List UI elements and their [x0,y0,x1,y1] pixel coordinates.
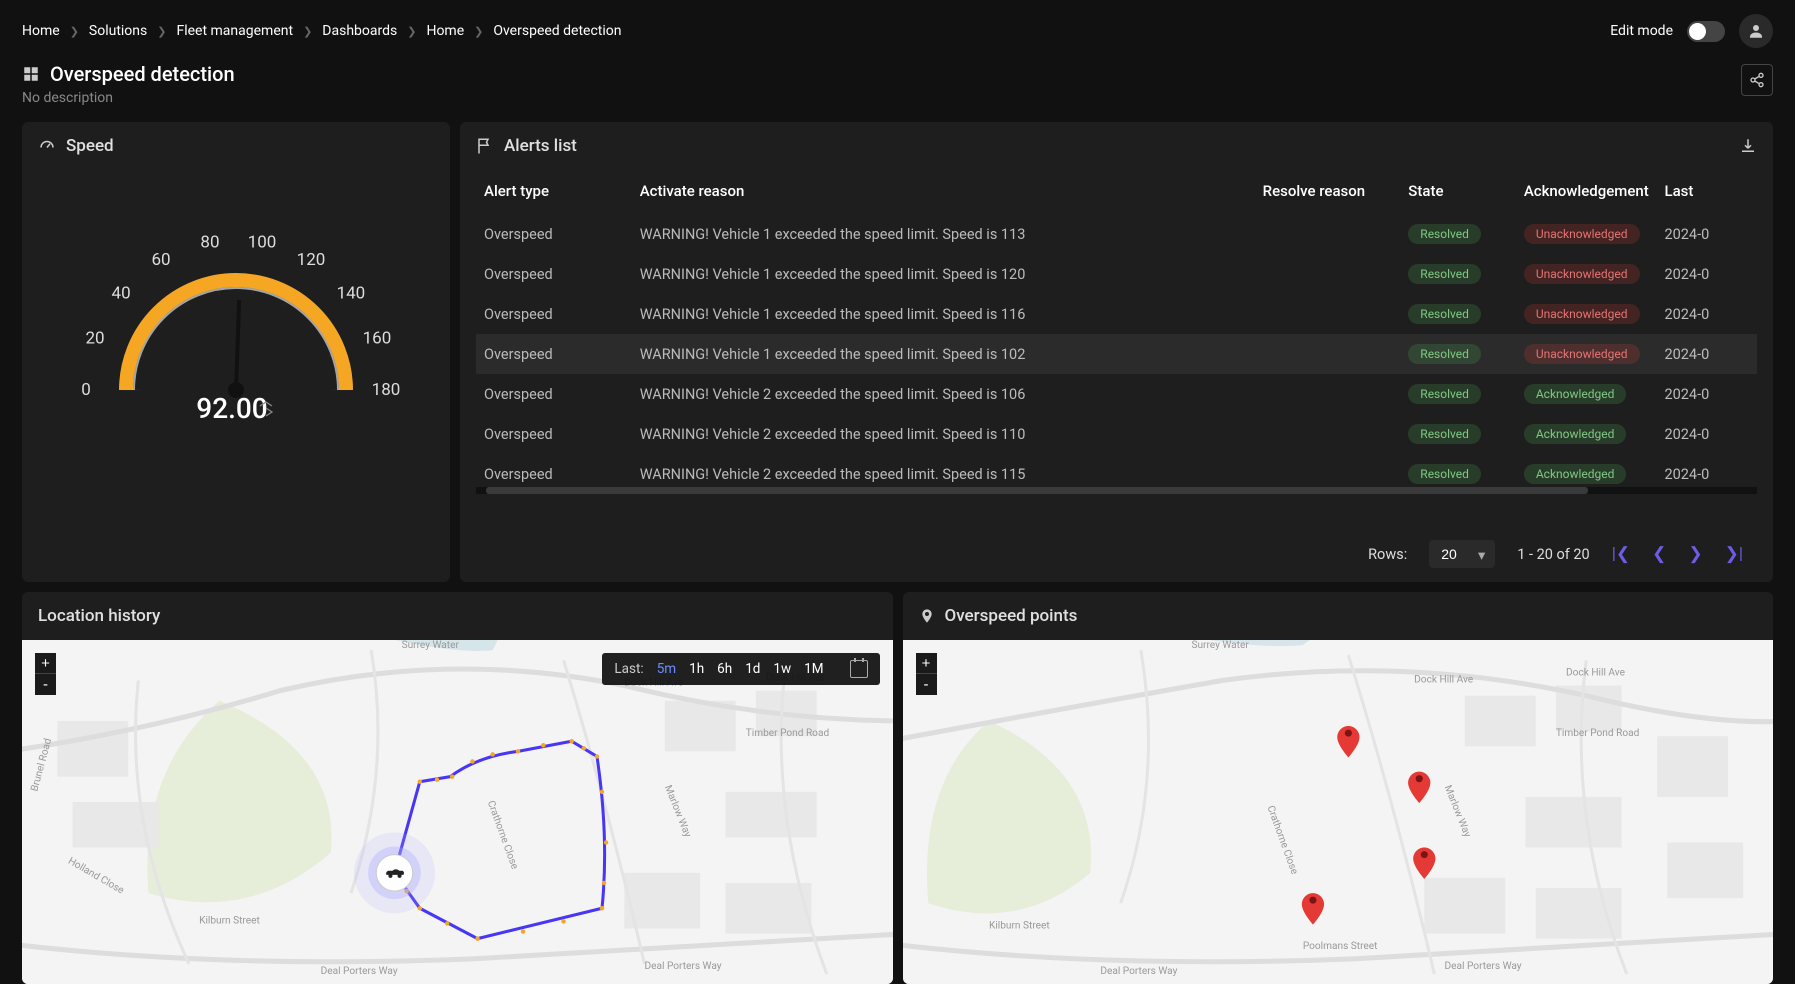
alerts-table: Alert typeActivate reasonResolve reasonS… [476,170,1757,494]
column-header[interactable]: Activate reason [632,170,1255,214]
user-avatar[interactable] [1739,14,1773,48]
svg-text:60: 60 [151,250,170,270]
table-row[interactable]: OverspeedWARNING! Vehicle 2 exceeded the… [476,374,1757,414]
column-header[interactable]: Alert type [476,170,632,214]
rows-per-page-select[interactable]: 20 [1429,540,1495,568]
share-icon [1749,72,1765,88]
crumb-dashboards[interactable]: Dashboards [322,23,397,39]
page-description: No description [22,90,235,106]
crumb-fleet[interactable]: Fleet management [176,23,293,39]
points-map[interactable]: + - [903,640,1774,984]
svg-text:100: 100 [248,232,277,252]
chevron-right-icon: ❯ [303,25,312,38]
location-map[interactable]: + - Last: 5m 1h 6h 1d 1w 1M [22,640,893,984]
overspeed-points-panel: Overspeed points + - [903,592,1774,984]
chevron-right-icon: ❯ [70,25,79,38]
page-title: Overspeed detection [22,62,235,86]
edit-mode-toggle[interactable]: 🔒 [1687,21,1725,42]
time-option[interactable]: 1w [773,661,791,677]
flag-icon [476,137,494,155]
table-row[interactable]: OverspeedWARNING! Vehicle 2 exceeded the… [476,414,1757,454]
time-option[interactable]: 1d [745,661,760,677]
calendar-icon[interactable] [850,660,868,678]
zoom-out-button[interactable]: - [35,674,56,695]
download-icon[interactable] [1739,137,1757,155]
time-option[interactable]: 1h [689,661,704,677]
first-page-button[interactable]: |❮ [1612,544,1630,564]
alerts-panel-title: Alerts list [504,136,577,156]
map-label: Deal Porters Way [1444,961,1521,972]
svg-text:0: 0 [81,380,91,400]
location-icon [919,607,935,625]
speed-panel-title: Speed [66,136,114,156]
points-panel-title: Overspeed points [945,606,1078,626]
svg-text:80: 80 [200,232,219,252]
table-row[interactable]: OverspeedWARNING! Vehicle 1 exceeded the… [476,254,1757,294]
chevron-right-icon: ❯ [474,25,483,38]
prev-page-button[interactable]: ❮ [1652,544,1666,564]
svg-text:40: 40 [112,284,131,304]
svg-text:120: 120 [297,250,326,270]
column-header[interactable]: Acknowledgement [1516,170,1657,214]
crumb-home2[interactable]: Home [426,23,464,39]
column-header[interactable]: Last [1656,170,1757,214]
time-option[interactable]: 5m [657,661,676,677]
map-label: Deal Porters Way [321,966,398,977]
map-label: Kilburn Street [199,915,260,926]
breadcrumb: Home ❯ Solutions ❯ Fleet management ❯ Da… [22,23,622,39]
user-icon [1747,22,1765,40]
svg-text:20: 20 [85,329,104,349]
time-option[interactable]: 1M [804,661,823,677]
page-title-text: Overspeed detection [50,62,235,86]
crumb-home[interactable]: Home [22,23,60,39]
map-label: Deal Porters Way [1100,966,1177,977]
chevron-right-icon: ❯ [407,25,416,38]
svg-text:160: 160 [363,329,392,349]
crumb-current: Overspeed detection [493,23,621,39]
time-label: Last: [614,661,643,677]
zoom-in-button[interactable]: + [35,653,56,674]
alerts-panel: Alerts list Alert typeActivate reasonRes… [460,122,1773,582]
time-range-bar: Last: 5m 1h 6h 1d 1w 1M [602,653,879,685]
map-label: Surrey Water [402,640,460,651]
zoom-in-button[interactable]: + [916,653,937,674]
speed-gauge: 0 20 40 60 80 100 120 140 160 180 92.00 [56,200,416,460]
location-history-panel: Location history + - Last: 5m 1h 6h 1d 1w 1M [22,592,893,984]
table-row[interactable]: OverspeedWARNING! Vehicle 1 exceeded the… [476,334,1757,374]
map-label: Deal Porters Way [645,961,722,972]
pagination: Rows: 20 1 - 20 of 20 |❮ ❮ ❯ ❯| [460,526,1773,582]
map-label: Poolmans Street [1302,941,1377,952]
location-panel-title: Location history [38,606,160,626]
rows-label: Rows: [1368,546,1407,563]
svg-text:180: 180 [372,380,401,400]
horizontal-scrollbar[interactable] [476,487,1757,494]
time-option[interactable]: 6h [717,661,732,677]
table-row[interactable]: OverspeedWARNING! Vehicle 1 exceeded the… [476,294,1757,334]
share-button[interactable] [1741,64,1773,96]
map-label: Dock Hill Ave [1414,675,1473,686]
map-label: Timber Pond Road [746,728,829,739]
column-header[interactable]: State [1400,170,1516,214]
zoom-controls: + - [916,653,937,695]
map-label: Surrey Water [1191,640,1249,651]
map-label: Timber Pond Road [1555,728,1638,739]
zoom-out-button[interactable]: - [916,674,937,695]
last-page-button[interactable]: ❯| [1725,544,1743,564]
svg-text:140: 140 [337,284,366,304]
speed-panel: Speed 0 20 40 60 80 100 120 140 160 180 92.00 [22,122,450,582]
speedometer-icon [38,137,56,155]
map-label: Kilburn Street [989,921,1050,932]
lock-icon: 🔒 [1692,25,1704,36]
column-header[interactable]: Resolve reason [1255,170,1401,214]
next-page-button[interactable]: ❯ [1688,544,1702,564]
svg-text:92.00: 92.00 [196,392,267,425]
crumb-solutions[interactable]: Solutions [89,23,147,39]
table-row[interactable]: OverspeedWARNING! Vehicle 1 exceeded the… [476,214,1757,254]
dashboard-icon [22,65,40,83]
map-label: Dock Hill Ave [1566,667,1625,678]
chevron-right-icon: ❯ [157,25,166,38]
edit-mode-label: Edit mode [1610,23,1673,39]
page-range: 1 - 20 of 20 [1517,546,1589,563]
zoom-controls: + - [35,653,56,695]
